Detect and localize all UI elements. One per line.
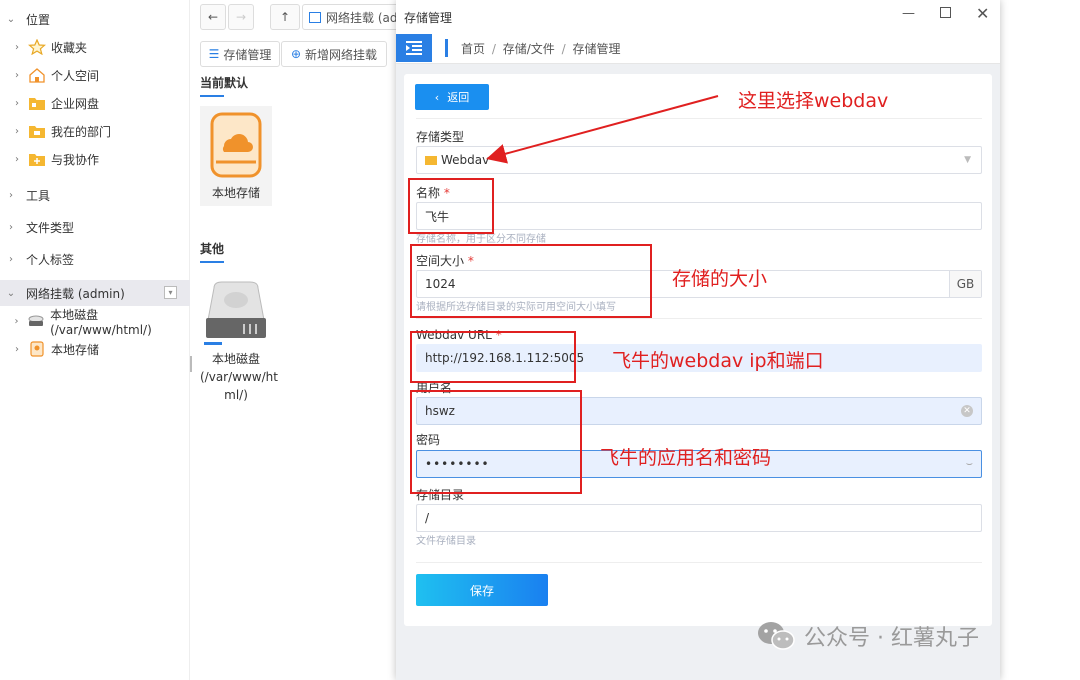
wechat-icon [758, 622, 795, 650]
annotation-app-credentials: 飞牛的应用名和密码 [600, 447, 772, 469]
watermark-text: 公众号 · 红薯丸子 [804, 626, 979, 651]
annotation-arrow [486, 95, 719, 164]
annotation-select-webdav: 这里选择webdav [738, 90, 889, 112]
annotation-storage-size: 存储的大小 [672, 268, 768, 290]
watermark: 公众号 · 红薯丸子 [756, 620, 979, 652]
annotation-ip-port: 飞牛的webdav ip和端口 [612, 350, 824, 372]
